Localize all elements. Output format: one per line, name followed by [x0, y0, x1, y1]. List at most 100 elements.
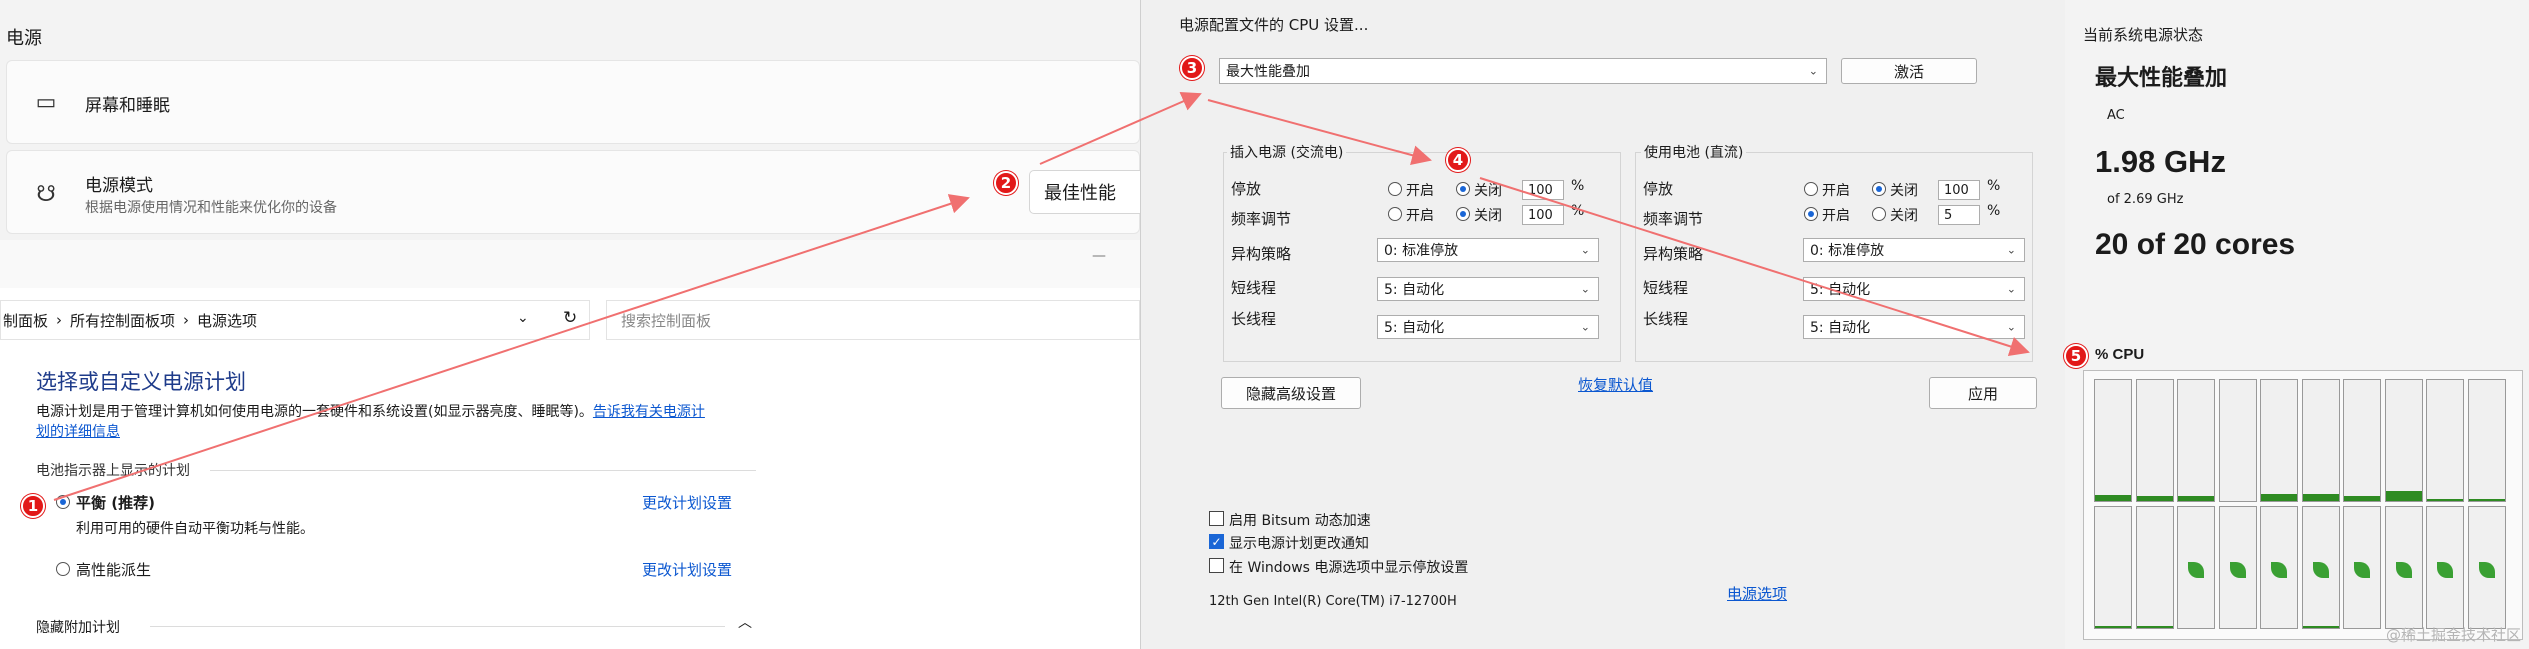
dc-park-on-radio[interactable] [1804, 182, 1818, 196]
on-label: 开启 [1822, 183, 1850, 199]
control-panel-window: — 制面板 › 所有控制面板项 › 电源选项 ⌄ ↻ 搜索控制面板 选择或自定义… [0, 240, 1140, 649]
learn-more-link-2[interactable]: 划的详细信息 [36, 424, 120, 440]
plan-radio-balanced[interactable] [56, 495, 70, 509]
learn-more-link[interactable]: 告诉我有关电源计 [593, 404, 705, 420]
chevron-up-icon[interactable]: ︿ [738, 612, 752, 632]
desc-text: 电源计划是用于管理计算机如何使用电源的一套硬件和系统设置(如显示器亮度、睡眠等)… [36, 404, 593, 420]
hide-advanced-button[interactable]: 隐藏高级设置 [1221, 377, 1361, 409]
cpu-core-cell [2260, 379, 2298, 502]
current-plan: 最大性能叠加 [2095, 65, 2228, 90]
apply-button[interactable]: 应用 [1929, 377, 2037, 409]
pct-label: % [1987, 203, 2001, 219]
cpu-usage-fill [2095, 626, 2131, 628]
screen-sleep-card[interactable]: ▭ 屏幕和睡眠 [6, 60, 1140, 144]
cpu-core-cell [2094, 506, 2132, 629]
dc-freq-value[interactable]: 5 [1938, 205, 1980, 225]
step-badge-2: 2 [994, 171, 1018, 195]
change-plan-link[interactable]: 更改计划设置 [642, 559, 732, 580]
off-label: 关闭 [1890, 183, 1918, 199]
notify-label: 显示电源计划更改通知 [1229, 536, 1369, 552]
dc-park-value[interactable]: 100 [1938, 180, 1980, 200]
cpu-usage-fill [2302, 626, 2339, 628]
cpu-max-frequency: of 2.69 GHz [2107, 192, 2184, 207]
select-value: 0: 标准停放 [1384, 243, 1459, 259]
ac-hetero-select[interactable]: 0: 标准停放 ⌄ [1377, 238, 1599, 262]
power-options-link[interactable]: 电源选项 [1727, 583, 1787, 604]
divider [150, 626, 725, 627]
cpu-core-cell [2135, 506, 2174, 629]
search-input[interactable]: 搜索控制面板 [606, 300, 1140, 340]
chevron-down-icon[interactable]: ⌄ [517, 310, 529, 326]
park-setting-label: 在 Windows 电源选项中显示停放设置 [1229, 560, 1469, 576]
cpu-graph-label: % CPU [2095, 346, 2145, 363]
minimize-button[interactable]: — [1092, 248, 1106, 264]
freq-label: 频率调节 [1643, 210, 1704, 228]
settings-title: 电源 [6, 28, 42, 49]
refresh-icon[interactable]: ↻ [563, 308, 577, 328]
bitsum-label: 启用 Bitsum 动态加速 [1229, 513, 1371, 529]
cpu-frequency: 1.98 GHz [2095, 144, 2226, 179]
hidden-plans-label[interactable]: 隐藏附加计划 [36, 617, 120, 637]
dc-short-select[interactable]: 5: 自动化 ⌄ [1803, 277, 2025, 301]
power-source: AC [2107, 108, 2125, 123]
short-label: 短线程 [1231, 279, 1277, 297]
ac-park-value[interactable]: 100 [1522, 180, 1564, 200]
ac-park-on-radio[interactable] [1388, 182, 1402, 196]
ac-freq-value[interactable]: 100 [1522, 205, 1564, 225]
cpu-core-cell [2218, 379, 2257, 502]
parked-leaf-icon [2395, 562, 2412, 578]
cpu-core-cell [2135, 379, 2174, 502]
breadcrumb[interactable]: 制面板 › 所有控制面板项 › 电源选项 ⌄ ↻ [0, 300, 590, 340]
settings-panel: 电源 ▭ 屏幕和睡眠 ☋ 电源模式 根据电源使用情况和性能来优化你的设备 最佳性… [0, 0, 1149, 240]
notify-checkbox[interactable]: ✓ [1209, 534, 1224, 549]
cpu-core-cell [2467, 506, 2506, 629]
plan-radio-high-perf[interactable] [56, 562, 70, 576]
power-mode-dropdown[interactable]: 最佳性能 [1029, 170, 1149, 214]
parked-leaf-icon [2271, 562, 2287, 578]
power-mode-card: ☋ 电源模式 根据电源使用情况和性能来优化你的设备 [6, 150, 1140, 234]
processor-name: 12th Gen Intel(R) Core(TM) i7-12700H [1209, 594, 1457, 609]
divider [210, 470, 756, 471]
select-value: 5: 自动化 [1384, 320, 1445, 336]
breadcrumb-item[interactable]: 电源选项 [197, 310, 257, 331]
ac-park-off-radio[interactable] [1456, 182, 1470, 196]
profile-select[interactable]: 最大性能叠加 ⌄ [1219, 58, 1827, 84]
freq-label: 频率调节 [1231, 210, 1292, 228]
bitsum-checkbox[interactable] [1209, 511, 1224, 526]
screen-sleep-label: 屏幕和睡眠 [85, 96, 170, 116]
section-title: 电池指示器上显示的计划 [36, 463, 190, 479]
pct-label: % [1987, 178, 2001, 194]
restore-default-link[interactable]: 恢复默认值 [1578, 374, 1653, 395]
ac-freq-on-radio[interactable] [1388, 207, 1402, 221]
hetero-label: 异构策略 [1231, 245, 1292, 263]
change-plan-link[interactable]: 更改计划设置 [642, 492, 732, 513]
ac-long-select[interactable]: 5: 自动化 ⌄ [1377, 315, 1599, 339]
chevron-down-icon: ⌄ [1580, 282, 1590, 296]
select-value: 5: 自动化 [1384, 282, 1445, 298]
dc-freq-on-radio[interactable] [1804, 207, 1818, 221]
cpu-settings-window: 电源配置文件的 CPU 设置... 最大性能叠加 ⌄ 激活 插入电源 (交流电) … [1140, 0, 2065, 649]
chevron-down-icon: ⌄ [1580, 320, 1590, 334]
on-label: 开启 [1406, 183, 1434, 199]
dc-hetero-select[interactable]: 0: 标准停放 ⌄ [1803, 238, 2025, 262]
chevron-down-icon: ⌄ [1580, 243, 1590, 257]
dc-long-select[interactable]: 5: 自动化 ⌄ [1803, 315, 2025, 339]
parked-leaf-icon [2354, 562, 2370, 578]
cpu-core-graph [2083, 370, 2523, 640]
activate-button[interactable]: 激活 [1841, 58, 1977, 84]
ac-short-select[interactable]: 5: 自动化 ⌄ [1377, 277, 1599, 301]
cpu-core-cell [2343, 379, 2381, 502]
cpu-core-cell [2467, 379, 2506, 502]
parked-leaf-icon [2188, 562, 2204, 578]
breadcrumb-item[interactable]: 制面板 [3, 310, 48, 331]
park-label: 停放 [1643, 180, 1674, 198]
breadcrumb-item[interactable]: 所有控制面板项 [70, 310, 175, 331]
parked-leaf-icon [2229, 562, 2246, 578]
park-checkbox[interactable] [1209, 558, 1224, 573]
leaf-power-icon: ☋ [36, 181, 56, 207]
ac-freq-off-radio[interactable] [1456, 207, 1470, 221]
cpu-usage-fill [2344, 496, 2380, 501]
power-mode-desc: 根据电源使用情况和性能来优化你的设备 [85, 200, 337, 216]
dc-freq-off-radio[interactable] [1872, 207, 1886, 221]
dc-park-off-radio[interactable] [1872, 182, 1886, 196]
